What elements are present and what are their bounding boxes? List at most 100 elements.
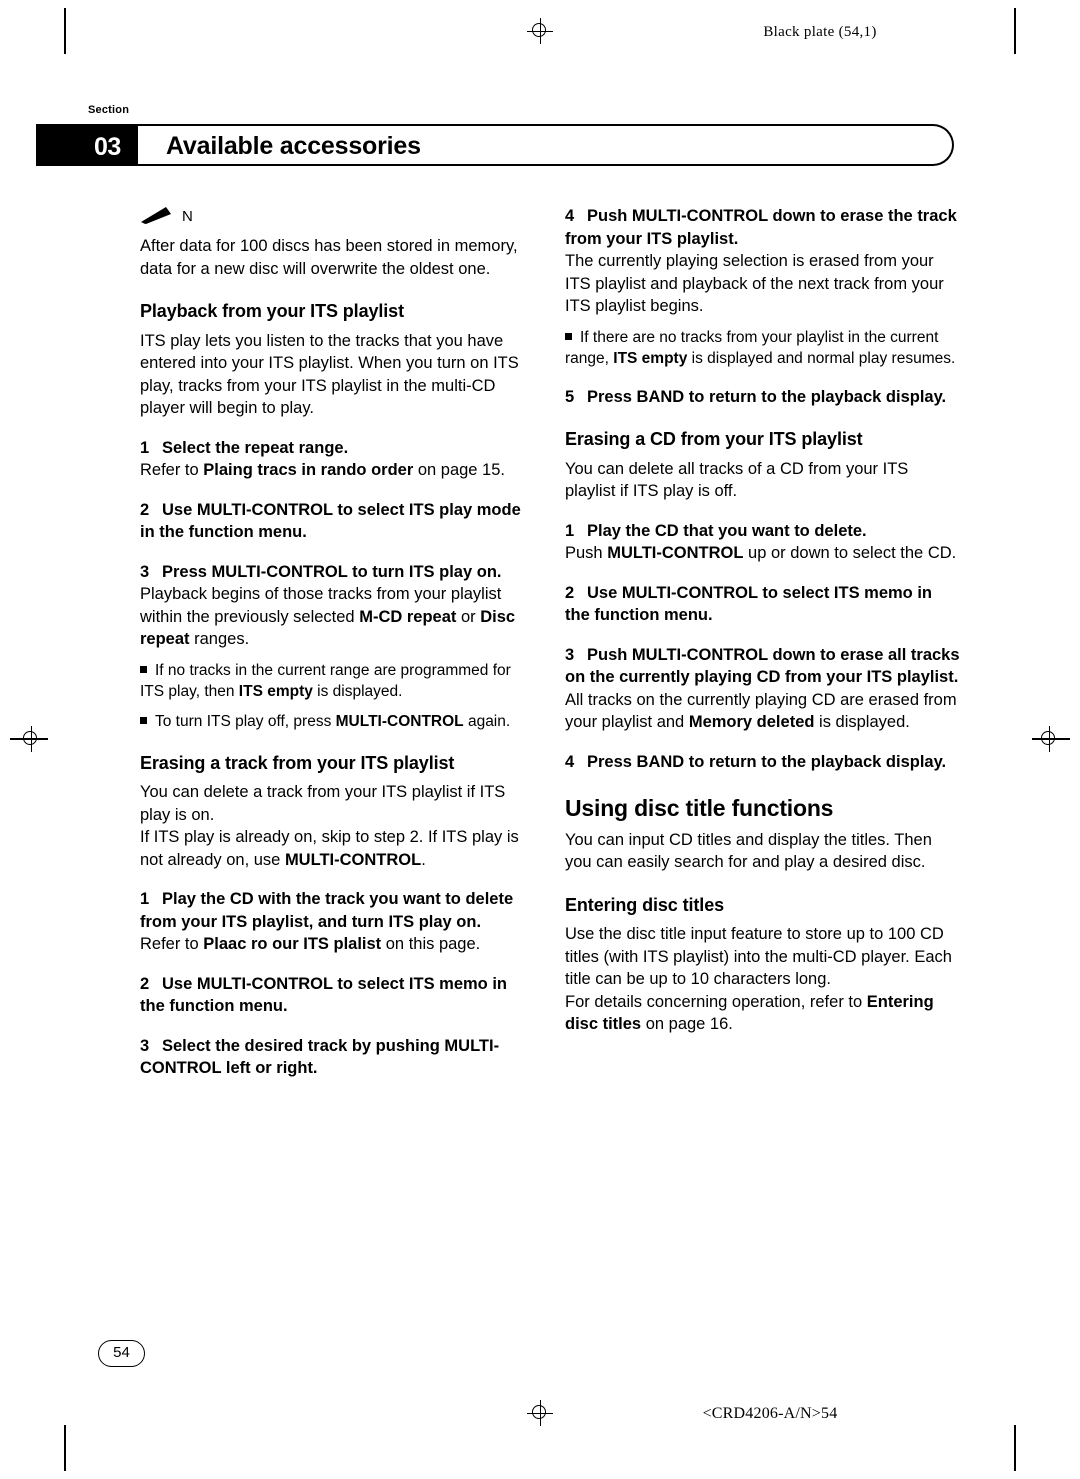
footer-document-code: <CRD4206-A/N>54 xyxy=(702,1405,838,1422)
erase-step-1-body-pre: Refer to xyxy=(140,935,204,953)
paragraph-entering-2-pre: For details concerning operation, refer … xyxy=(565,992,867,1011)
right-step-4-text: Push MULTI-CONTROL down to erase the tra… xyxy=(565,207,957,248)
cd-step-3-body-bold: Memory deleted xyxy=(688,713,815,731)
heading-using-disc-title-functions: Using disc title functions xyxy=(565,795,834,821)
paragraph-erasing-cd: You can delete all tracks of a CD from y… xyxy=(565,459,909,501)
step-3-body-mid: or xyxy=(456,607,481,626)
erase-step-3-text: Select the desired track by pushing MULT… xyxy=(140,1036,500,1078)
step-3-body-post: ranges. xyxy=(189,630,250,648)
right-bullet-1-bold: ITS empty xyxy=(613,349,688,367)
cd-step-1-body-pre: Push xyxy=(565,544,608,562)
step-3-text: Press MULTI-CONTROL to turn ITS play on. xyxy=(162,562,502,581)
step-3-body-bold-1: M-CD repeat xyxy=(359,607,457,626)
cd-step-1-body-post: up or down to select the CD. xyxy=(743,544,957,562)
cd-step-4-text: Press BAND to return to the playback dis… xyxy=(587,752,947,771)
paragraph-playback-intro: ITS play lets you listen to the tracks t… xyxy=(140,331,519,418)
paragraph-entering-2-post: on page 16. xyxy=(641,1015,733,1033)
bullet-2-pre: To turn ITS play off, press xyxy=(155,712,336,730)
paragraph-erasing-track-2-bold: MULTI-CONTROL xyxy=(284,850,422,869)
cd-step-3-text: Push MULTI-CONTROL down to erase all tra… xyxy=(565,645,960,687)
cd-step-3-body: All tracks on the currently playing CD a… xyxy=(565,689,960,734)
cd-step-1-text: Play the CD that you want to delete. xyxy=(587,521,867,540)
cd-step-2-text: Use MULTI-CONTROL to select ITS memo in … xyxy=(565,583,933,625)
right-step-4: 4 Push MULTI-CONTROL down to erase the tr… xyxy=(565,205,960,250)
step-1-select-repeat-range: 1 Select the repeat range. xyxy=(140,437,535,460)
cd-step-1-body: Push MULTI-CONTROL up or down to select … xyxy=(565,542,960,565)
step-1-body-pre: Refer to xyxy=(140,461,204,479)
step-2-number: 2 xyxy=(140,500,150,519)
erase-step-1: 1 Play the CD with the track you want to … xyxy=(140,888,535,933)
right-bullet-1-post: is displayed and normal play resumes. xyxy=(687,349,956,367)
step-1-body-post: on page 15. xyxy=(413,461,505,479)
step-3-body: Playback begins of those tracks from you… xyxy=(140,583,535,651)
erase-step-2-text: Use MULTI-CONTROL to select ITS memo in … xyxy=(140,974,508,1016)
paragraph-erasing-track-2: If ITS play is already on, skip to step … xyxy=(140,826,535,871)
paragraph-using-disc-title: You can input CD titles and display the … xyxy=(565,830,932,872)
erase-step-2-number: 2 xyxy=(140,974,150,993)
cd-step-1-number: 1 xyxy=(565,521,575,540)
step-3-press-multi-control: 3 Press MULTI-CONTROL to turn ITS play on… xyxy=(140,561,535,584)
pencil-note-icon xyxy=(141,207,171,224)
erase-step-1-body-post: on this page. xyxy=(381,935,481,953)
bullet-2-post: again. xyxy=(463,712,511,730)
cd-step-3-number: 3 xyxy=(565,645,575,664)
erase-step-1-body-ref: Plaac ro our ITS plalist xyxy=(203,935,382,953)
paragraph-erasing-track-2-post: . xyxy=(421,850,426,869)
bullet-square-icon xyxy=(140,716,147,724)
cd-step-3: 3 Push MULTI-CONTROL down to erase all tr… xyxy=(565,644,960,689)
crop-mark-bottom-left-v xyxy=(64,1425,66,1471)
erase-step-3: 3 Select the desired track by pushing MUL… xyxy=(140,1035,535,1080)
bullet-1-bold: ITS empty xyxy=(238,682,313,700)
bullet-square-icon xyxy=(140,665,147,673)
cd-step-4-number: 4 xyxy=(565,752,575,771)
bullet-no-tracks-playlist: If there are no tracks from your playlis… xyxy=(565,327,960,369)
right-step-5: 5 Press BAND to return to the playback di… xyxy=(565,386,960,409)
step-1-text: Select the repeat range. xyxy=(162,438,349,457)
erase-step-1-number: 1 xyxy=(140,890,150,908)
paragraph-entering-disc-titles: Use the disc title input feature to stor… xyxy=(565,925,952,988)
bullet-square-icon xyxy=(565,332,572,340)
bullet-2-bold: MULTI-CONTROL xyxy=(335,712,464,730)
erase-step-1-body: Refer to Plaac ro our ITS plalist on thi… xyxy=(140,933,535,956)
chapter-number: 03 xyxy=(94,133,121,161)
cd-step-1: 1 Play the CD that you want to delete. xyxy=(565,520,960,543)
note-icon-row: N xyxy=(140,205,535,229)
paragraph-entering-disc-titles-2: For details concerning operation, refer … xyxy=(565,991,960,1036)
erase-step-3-number: 3 xyxy=(140,1036,150,1055)
heading-entering-disc-titles: Entering disc titles xyxy=(565,894,725,915)
step-3-number: 3 xyxy=(140,562,150,581)
black-plate-label: Black plate (54,1) xyxy=(763,24,877,40)
step-1-body: Refer to Plaing tracs in rando order on … xyxy=(140,459,535,482)
bullet-no-tracks-programmed: If no tracks in the current range are pr… xyxy=(140,660,535,702)
cd-step-4: 4 Press BAND to return to the playback di… xyxy=(565,751,960,774)
right-step-5-text: Press BAND to return to the playback dis… xyxy=(587,387,947,406)
registration-mark-right xyxy=(1036,726,1062,752)
heading-erasing-cd: Erasing a CD from your ITS playlist xyxy=(565,429,863,449)
crop-mark-top-left-v xyxy=(64,8,66,54)
cd-step-3-body-post: is displayed. xyxy=(814,713,910,731)
chapter-number-box xyxy=(36,124,136,166)
right-column: 4 Push MULTI-CONTROL down to erase the tr… xyxy=(565,205,960,1036)
note-letter: N xyxy=(182,208,193,225)
registration-mark-bottom xyxy=(527,1400,553,1426)
erase-step-2: 2 Use MULTI-CONTROL to select ITS memo in… xyxy=(140,973,535,1018)
bullet-turn-its-off: To turn ITS play off, press MULTI-CONTRO… xyxy=(140,711,535,732)
step-1-body-ref: Plaing tracs in rando order xyxy=(203,461,414,479)
registration-mark-left xyxy=(18,726,44,752)
paragraph-erasing-track: You can delete a track from your ITS pla… xyxy=(140,783,506,824)
note-text: After data for 100 discs has been stored… xyxy=(140,237,518,278)
crop-mark-bottom-right-v xyxy=(1014,1425,1016,1471)
bullet-1-post: is displayed. xyxy=(312,682,403,700)
crop-mark-top-right-v xyxy=(1014,8,1016,54)
cd-step-2: 2 Use MULTI-CONTROL to select ITS memo in… xyxy=(565,582,960,627)
step-1-number: 1 xyxy=(140,438,150,457)
heading-erasing-track: Erasing a track from your ITS playlist xyxy=(140,752,455,773)
right-step-4-body: The currently playing selection is erase… xyxy=(565,252,944,315)
left-column: N After data for 100 discs has been stor… xyxy=(140,205,535,1080)
cd-step-2-number: 2 xyxy=(565,583,575,602)
heading-playback-from-its-playlist: Playback from your ITS playlist xyxy=(140,301,404,321)
registration-mark-top xyxy=(527,18,553,44)
right-step-5-number: 5 xyxy=(565,387,575,406)
chapter-header-bar: 03 Available accessories xyxy=(36,124,954,166)
page-number-badge: 54 xyxy=(98,1340,145,1367)
